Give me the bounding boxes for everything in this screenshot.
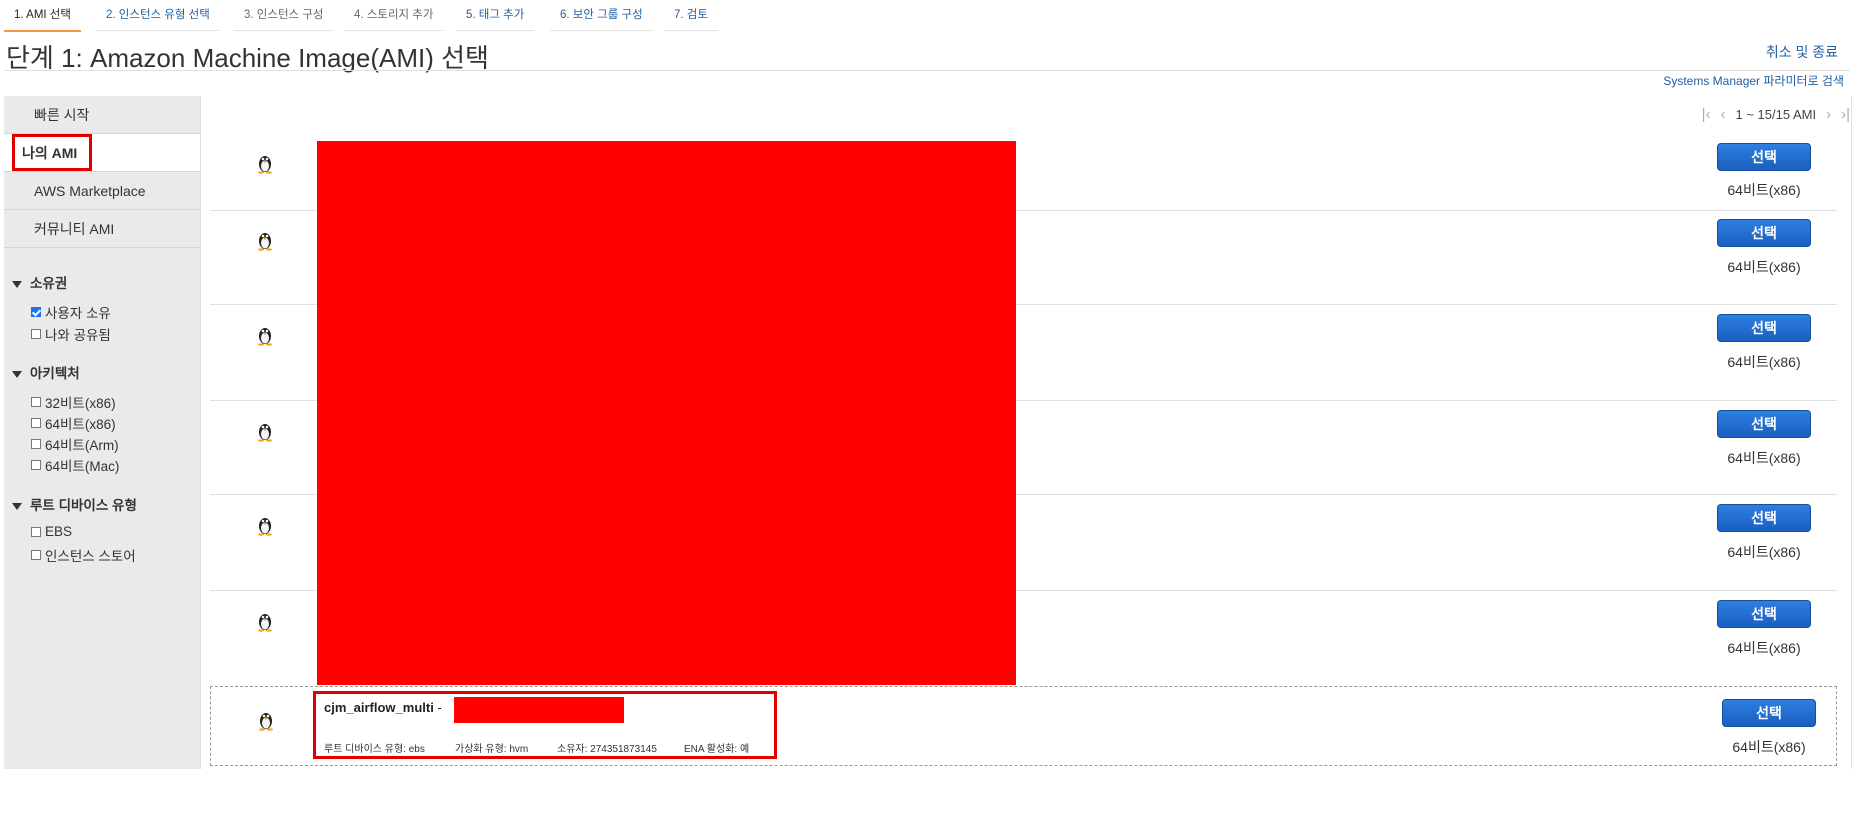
checkbox[interactable] (31, 418, 41, 428)
checkbox[interactable] (31, 526, 41, 537)
sidebar: 빠른 시작 나의 AMI AWS Marketplace 커뮤니티 AMI 소유… (4, 96, 201, 769)
redaction-block (317, 141, 1016, 685)
architecture-heading[interactable]: 아키텍처 (12, 362, 80, 382)
linux-penguin-icon (256, 229, 274, 251)
my-ami-highlight (12, 134, 92, 171)
checkbox[interactable] (31, 329, 41, 339)
checkbox[interactable] (31, 550, 41, 560)
step-3[interactable]: 3. 인스턴스 구성 (234, 0, 334, 31)
checkbox[interactable] (31, 439, 41, 449)
architecture-label: 64비트(x86) (1727, 259, 1801, 275)
architecture-label: 64비트(x86) (1727, 640, 1801, 656)
checkbox[interactable] (31, 397, 41, 407)
ebs-checkbox[interactable]: EBS (31, 524, 72, 539)
select-button[interactable]: 선택 (1717, 143, 1811, 171)
ami-name: cjm_airflow_multi - (324, 700, 442, 715)
wizard-steps: 1. AMI 선택 2. 인스턴스 유형 선택 3. 인스턴스 구성 4. 스토… (0, 0, 760, 32)
architecture-label: 64비트(x86) (1727, 354, 1801, 370)
linux-penguin-icon (256, 514, 274, 536)
architecture-label: 64비트(x86) (1727, 544, 1801, 560)
root-device-type: 루트 디바이스 유형: ebs (324, 744, 425, 755)
select-button[interactable]: 선택 (1717, 219, 1811, 247)
linux-penguin-icon (257, 709, 275, 731)
ownership-heading[interactable]: 소유권 (12, 272, 67, 292)
owned-by-me-checkbox[interactable]: 사용자 소유 (31, 302, 111, 322)
step-1[interactable]: 1. AMI 선택 (4, 0, 81, 32)
next-page-icon[interactable]: › (1826, 106, 1831, 123)
caret-down-icon (12, 370, 22, 378)
step-7[interactable]: 7. 검토 (664, 0, 718, 31)
linux-penguin-icon (256, 610, 274, 632)
select-button[interactable]: 선택 (1717, 600, 1811, 628)
root-device-heading[interactable]: 루트 디바이스 유형 (12, 494, 137, 514)
architecture-label: 64비트(x86) (1727, 450, 1801, 466)
caret-down-icon (12, 280, 22, 288)
virtualization-type: 가상화 유형: hvm (455, 744, 529, 755)
arch-64-arm-checkbox[interactable]: 64비트(Arm) (31, 434, 119, 454)
select-button[interactable]: 선택 (1717, 410, 1811, 438)
select-button[interactable]: 선택 (1717, 314, 1811, 342)
sidebar-item-marketplace[interactable]: AWS Marketplace (4, 172, 200, 210)
step-4[interactable]: 4. 스토리지 추가 (344, 0, 444, 31)
step-5[interactable]: 5. 태그 추가 (456, 0, 535, 31)
select-button[interactable]: 선택 (1717, 504, 1811, 532)
linux-penguin-icon (256, 152, 274, 174)
prev-page-icon[interactable]: ‹ (1721, 106, 1726, 123)
redaction-block (454, 697, 624, 723)
owner-id: 소유자: 274351873145 (557, 744, 657, 755)
select-button[interactable]: 선택 (1722, 699, 1816, 727)
architecture-label: 64비트(x86) (1732, 739, 1806, 755)
divider (4, 70, 1850, 71)
ena-enabled: ENA 활성화: 예 (684, 744, 750, 755)
shared-with-me-checkbox[interactable]: 나와 공유됨 (31, 324, 111, 344)
architecture-label: 64비트(x86) (1727, 182, 1801, 198)
sidebar-item-community[interactable]: 커뮤니티 AMI (4, 210, 200, 248)
pagination: |‹ ‹ 1 ~ 15/15 AMI › ›| (1702, 106, 1850, 123)
cancel-link[interactable]: 취소 및 종료 (1766, 42, 1838, 62)
last-page-icon[interactable]: ›| (1841, 106, 1850, 123)
first-page-icon[interactable]: |‹ (1702, 106, 1711, 123)
linux-penguin-icon (256, 420, 274, 442)
arch-32-x86-checkbox[interactable]: 32비트(x86) (31, 392, 116, 412)
instance-store-checkbox[interactable]: 인스턴스 스토어 (31, 545, 136, 565)
linux-penguin-icon (256, 324, 274, 346)
caret-down-icon (12, 502, 22, 510)
step-6[interactable]: 6. 보안 그룹 구성 (550, 0, 653, 31)
arch-64-x86-checkbox[interactable]: 64비트(x86) (31, 413, 116, 433)
page-range: 1 ~ 15/15 AMI (1735, 107, 1817, 122)
checkbox[interactable] (31, 460, 41, 470)
arch-64-mac-checkbox[interactable]: 64비트(Mac) (31, 455, 119, 475)
checkbox-checked[interactable] (31, 307, 41, 317)
step-2[interactable]: 2. 인스턴스 유형 선택 (96, 0, 220, 31)
sidebar-item-quick-start[interactable]: 빠른 시작 (4, 96, 200, 134)
ssm-search-link[interactable]: Systems Manager 파라미터로 검색 (1663, 72, 1844, 89)
